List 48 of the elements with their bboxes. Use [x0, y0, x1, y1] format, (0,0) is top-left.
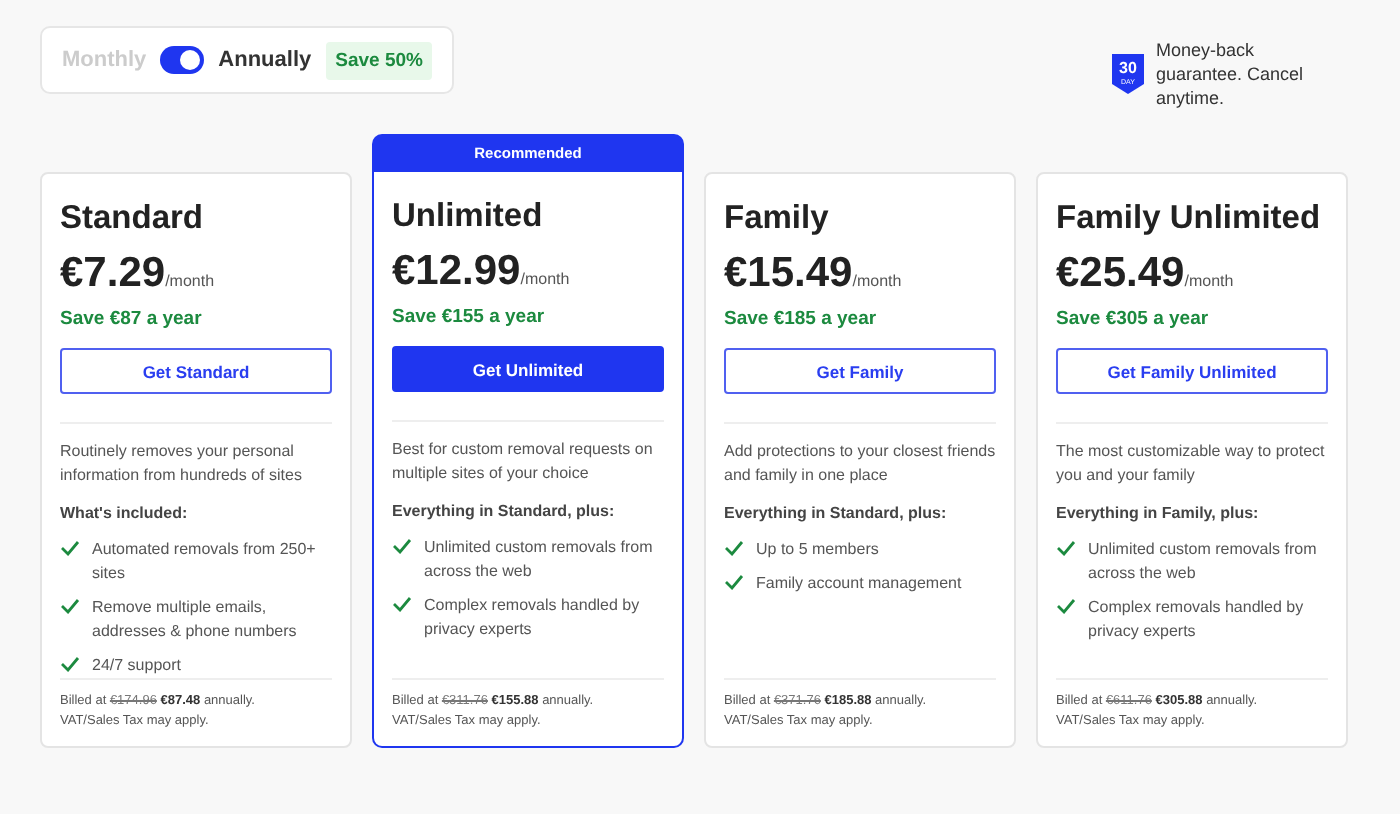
guarantee-text: Money-back guarantee. Cancel anytime.	[1156, 38, 1306, 110]
plan-price: €25.49	[1056, 250, 1185, 298]
plan-name: Unlimited	[392, 198, 545, 236]
check-icon	[1056, 598, 1076, 614]
plan-name: Standard	[60, 200, 206, 238]
check-icon	[392, 596, 412, 612]
features-heading: What's included:	[60, 504, 190, 522]
plan-description: Routinely removes your personal information from hundreds of sites	[60, 440, 304, 488]
plan-price: €12.99	[392, 248, 521, 296]
plan-price: €15.49	[724, 250, 853, 298]
check-icon	[392, 538, 412, 554]
plan-name: Family Unlimited	[1056, 200, 1323, 238]
feature-text: Up to 5 members	[756, 538, 879, 562]
yearly-savings: Save €87 a year	[60, 308, 204, 330]
feature-text: Complex removals handled by privacy experts	[1088, 596, 1306, 644]
get-plan-button[interactable]: Get Standard	[60, 348, 332, 394]
plan-description: Best for custom removal requests on multiple sites of your choice	[392, 438, 655, 486]
features-heading: Everything in Standard, plus:	[392, 502, 617, 520]
get-plan-button[interactable]: Get Family	[724, 348, 996, 394]
discount-badge: Save 50%	[325, 41, 433, 79]
check-icon	[60, 540, 80, 556]
features-heading: Everything in Standard, plus:	[724, 504, 949, 522]
yearly-savings: Save €155 a year	[392, 306, 547, 328]
check-icon	[60, 656, 80, 672]
price-period: /month	[852, 272, 902, 290]
get-plan-button[interactable]: Get Family Unlimited	[1056, 348, 1328, 394]
feature-text: Complex removals handled by privacy experts	[424, 594, 642, 642]
feature-text: Unlimited custom removals from across the web	[424, 536, 655, 584]
check-icon	[60, 598, 80, 614]
feature-text: 24/7 support	[92, 654, 181, 678]
feature-text: Remove multiple emails, addresses & phone numbers	[92, 596, 299, 644]
feature-text: Family account management	[756, 572, 962, 596]
annually-label[interactable]: Annually	[218, 48, 312, 72]
yearly-savings: Save €185 a year	[724, 308, 879, 330]
plan-description: Add protections to your closest friends and family in one place	[724, 440, 996, 488]
feature-text: Unlimited custom removals from across the web	[1088, 538, 1319, 586]
plan-price: €7.29	[60, 250, 166, 298]
billing-toggle[interactable]	[160, 46, 205, 74]
price-period: /month	[165, 272, 215, 290]
check-icon	[1056, 540, 1076, 556]
yearly-savings: Save €305 a year	[1056, 308, 1211, 330]
features-heading: Everything in Family, plus:	[1056, 504, 1261, 522]
plan-name: Family	[724, 200, 831, 238]
plan-description: The most customizable way to protect you and your family	[1056, 440, 1327, 488]
get-plan-button[interactable]: Get Unlimited	[392, 346, 664, 392]
feature-text: Automated removals from 250+ sites	[92, 538, 318, 586]
price-period: /month	[1184, 272, 1234, 290]
price-period: /month	[520, 270, 570, 288]
